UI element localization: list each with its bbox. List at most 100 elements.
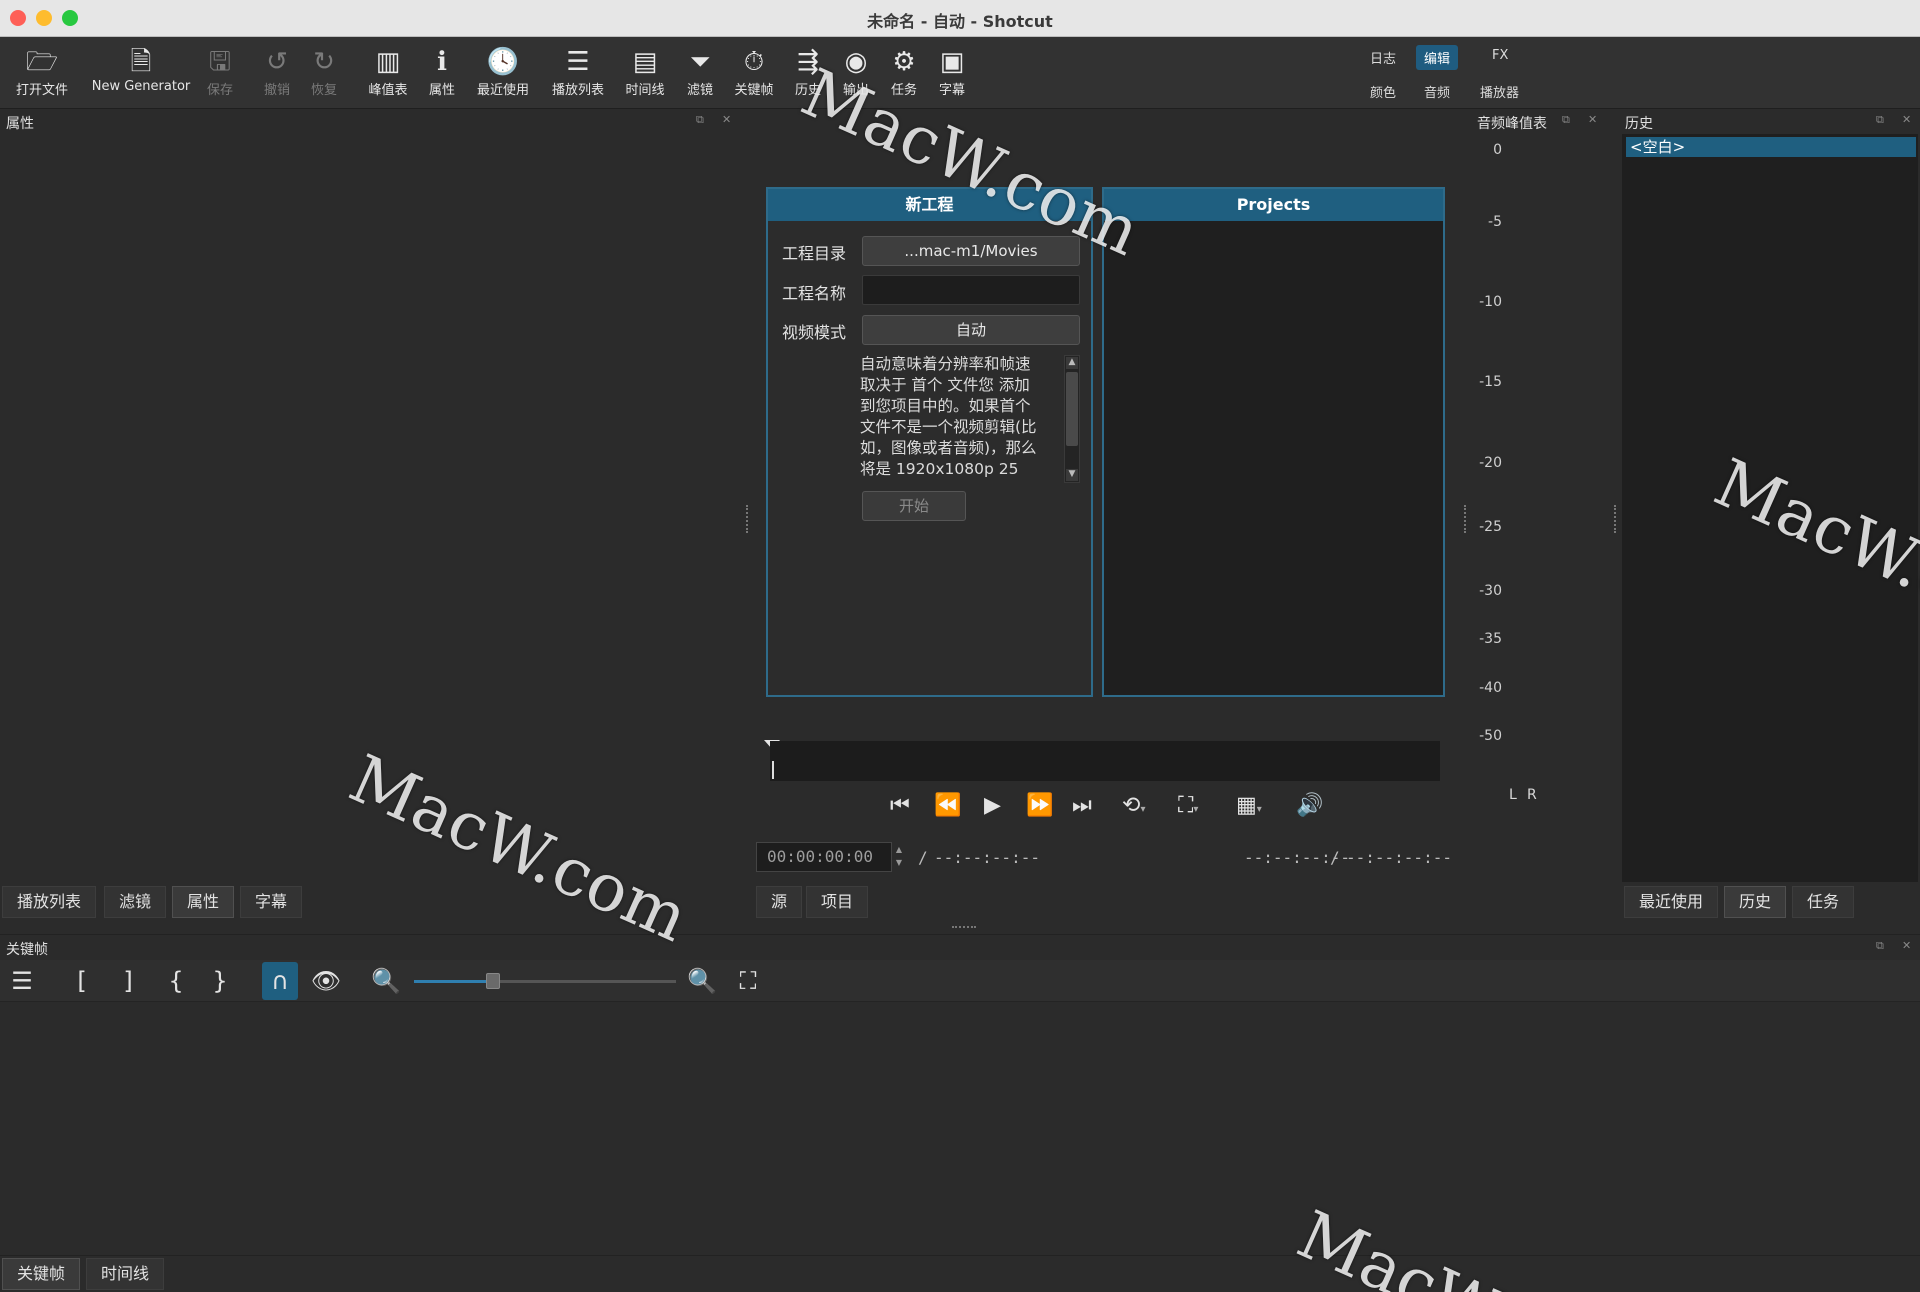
project-dir-label: 工程目录 bbox=[782, 244, 847, 263]
filter-out-icon[interactable]: } bbox=[202, 962, 238, 1000]
undo-icon: ↺ bbox=[266, 47, 288, 77]
projects-header: Projects bbox=[1104, 189, 1443, 221]
duration-display: --:--:--:-- bbox=[934, 848, 1040, 867]
tab-recent[interactable]: 最近使用 bbox=[1624, 886, 1719, 918]
scroll-up-icon[interactable]: ▲ bbox=[1066, 357, 1078, 369]
tab-jobs[interactable]: 任务 bbox=[1792, 886, 1855, 918]
save-icon: 🖫 bbox=[208, 47, 232, 77]
zoom-slider-handle[interactable] bbox=[486, 973, 500, 989]
scroll-down-icon[interactable]: ▼ bbox=[1066, 469, 1078, 481]
undo-button[interactable]: ↺ 撤销 bbox=[258, 45, 296, 105]
workspace-color[interactable]: 颜色 bbox=[1362, 79, 1404, 104]
open-file-button[interactable]: 🗁 打开文件 bbox=[12, 45, 72, 105]
video-mode-label: 视频模式 bbox=[782, 323, 847, 342]
splitter-handle[interactable] bbox=[746, 505, 749, 533]
window-title: 未命名 - 自动 - Shotcut bbox=[867, 12, 1053, 31]
tab-properties[interactable]: 属性 bbox=[172, 886, 235, 918]
splitter-handle-meter[interactable] bbox=[1464, 505, 1467, 533]
history-item[interactable]: <空白> bbox=[1626, 137, 1916, 157]
subtitles-button[interactable]: ▣ 字幕 bbox=[934, 45, 970, 105]
volume-icon[interactable]: 🔊 bbox=[1296, 793, 1323, 818]
duration-slash: / bbox=[918, 848, 928, 867]
audio-meter-title: 音频峰值表 bbox=[1477, 116, 1547, 132]
rewind-icon[interactable]: ⏪ bbox=[934, 793, 961, 818]
start-button[interactable]: 开始 bbox=[862, 491, 966, 521]
snap-magnet-icon[interactable]: ∩ bbox=[262, 962, 298, 1000]
tab-source[interactable]: 源 bbox=[756, 886, 803, 918]
right-channel-label: R bbox=[1527, 787, 1537, 803]
tab-keyframes[interactable]: 关键帧 bbox=[2, 1258, 81, 1290]
float-meter-icon[interactable]: ⧉ bbox=[1562, 113, 1570, 127]
close-history-icon[interactable]: ✕ bbox=[1902, 113, 1911, 126]
tab-playlist[interactable]: 播放列表 bbox=[2, 886, 97, 918]
workspace-audio[interactable]: 音频 bbox=[1416, 79, 1458, 104]
float-history-icon[interactable]: ⧉ bbox=[1876, 113, 1884, 127]
recent-button[interactable]: 🕓 最近使用 bbox=[474, 45, 532, 105]
zoom-fit-timeline-icon[interactable]: ⛶ bbox=[730, 962, 766, 1000]
workspace-fx[interactable]: FX bbox=[1484, 45, 1516, 66]
scroll-thumb[interactable] bbox=[1066, 372, 1078, 446]
zoom-fit-icon[interactable]: ⛶▾ bbox=[1178, 793, 1198, 818]
meter-tick: 0 bbox=[1493, 142, 1502, 158]
set-in-icon[interactable]: [ bbox=[64, 962, 100, 1000]
redo-icon: ↻ bbox=[313, 47, 335, 77]
workspace-player[interactable]: 播放器 bbox=[1472, 79, 1527, 104]
zoom-slider-fill bbox=[414, 980, 493, 983]
tab-timeline[interactable]: 时间线 bbox=[86, 1258, 165, 1290]
zoom-out-icon[interactable]: 🔍 bbox=[368, 962, 404, 1000]
skip-to-end-icon[interactable]: ⏭ bbox=[1072, 793, 1092, 818]
timecode-stepper[interactable]: ▲ ▼ bbox=[892, 843, 906, 871]
timeline-button[interactable]: ▤ 时间线 bbox=[622, 45, 668, 105]
timeline-icon: ▤ bbox=[632, 47, 658, 77]
splitter-handle-history[interactable] bbox=[1614, 505, 1617, 533]
filters-button[interactable]: ⏷ 滤镜 bbox=[682, 45, 718, 105]
timecode-input[interactable]: 00:00:00:00 bbox=[756, 842, 892, 872]
project-name-label: 工程名称 bbox=[782, 284, 847, 303]
keyframes-area[interactable] bbox=[0, 1003, 1920, 1255]
tab-project[interactable]: 项目 bbox=[806, 886, 869, 918]
fast-forward-icon[interactable]: ⏩ bbox=[1026, 793, 1053, 818]
grid-dropdown-icon[interactable]: ▾ bbox=[1257, 804, 1262, 815]
save-button[interactable]: 🖫 保存 bbox=[200, 45, 240, 105]
loop-dropdown-icon[interactable]: ▾ bbox=[1140, 804, 1145, 815]
folder-icon: 🗁 bbox=[25, 47, 59, 77]
bottom-tab-bar: 关键帧 时间线 bbox=[0, 1255, 1920, 1292]
keyframes-header: 关键帧 ⧉ ✕ bbox=[0, 934, 1920, 960]
workspace-edit[interactable]: 编辑 bbox=[1416, 45, 1459, 70]
tab-subtitles[interactable]: 字幕 bbox=[240, 886, 303, 918]
meter-tick: -5 bbox=[1488, 214, 1502, 230]
menu-icon[interactable]: ☰ bbox=[4, 962, 40, 1000]
main-toolbar: 🗁 打开文件 🗎 New Generator 🖫 保存 ↺ 撤销 ↻ 恢复 ▥ … bbox=[0, 37, 1920, 109]
loop-icon[interactable]: ⟲▾ bbox=[1122, 793, 1145, 818]
properties-button[interactable]: ℹ 属性 bbox=[424, 45, 460, 105]
projects-panel: Projects bbox=[1102, 187, 1445, 697]
set-out-icon[interactable]: ] bbox=[110, 962, 146, 1000]
keyframes-button[interactable]: ⏱ 关键帧 bbox=[732, 45, 776, 105]
scrubber-bar[interactable] bbox=[770, 741, 1440, 781]
scrub-eye-icon[interactable]: 👁 bbox=[308, 962, 344, 1000]
peak-meter-button[interactable]: ▥ 峰值表 bbox=[366, 45, 410, 105]
workspace-log[interactable]: 日志 bbox=[1362, 45, 1404, 70]
skip-to-start-icon[interactable]: ⏮ bbox=[890, 793, 910, 818]
play-icon[interactable]: ▶ bbox=[984, 793, 1001, 818]
close-keyframes-icon[interactable]: ✕ bbox=[1902, 939, 1911, 952]
tab-history[interactable]: 历史 bbox=[1724, 886, 1787, 918]
tab-filters[interactable]: 滤镜 bbox=[104, 886, 167, 918]
float-panel-icon[interactable]: ⧉ bbox=[696, 113, 704, 127]
project-dir-button[interactable]: ...mac-m1/Movies bbox=[862, 236, 1080, 266]
zoom-dropdown-icon[interactable]: ▾ bbox=[1193, 804, 1198, 815]
project-name-input[interactable] bbox=[862, 275, 1080, 305]
description-scrollbar[interactable]: ▲ ▼ bbox=[1064, 355, 1080, 483]
splitter-handle-horizontal[interactable] bbox=[952, 926, 976, 929]
redo-button[interactable]: ↻ 恢复 bbox=[305, 45, 343, 105]
new-generator-button[interactable]: 🗎 New Generator bbox=[86, 45, 196, 105]
properties-panel-title: 属性 bbox=[6, 116, 34, 132]
playlist-button[interactable]: ☰ 播放列表 bbox=[548, 45, 608, 105]
close-panel-icon[interactable]: ✕ bbox=[722, 113, 731, 126]
grid-icon[interactable]: ▦▾ bbox=[1236, 793, 1262, 818]
filter-in-icon[interactable]: { bbox=[158, 962, 194, 1000]
video-mode-select[interactable]: 自动 bbox=[862, 315, 1080, 345]
close-meter-icon[interactable]: ✕ bbox=[1588, 113, 1597, 126]
zoom-in-icon[interactable]: 🔍 bbox=[684, 962, 720, 1000]
float-keyframes-icon[interactable]: ⧉ bbox=[1876, 939, 1884, 953]
